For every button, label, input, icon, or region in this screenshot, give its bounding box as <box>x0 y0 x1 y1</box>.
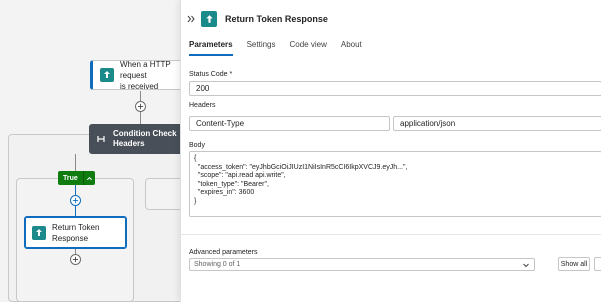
advanced-parameters-label: Advanced parameters <box>189 249 258 256</box>
advanced-parameters-value: Showing 0 of 1 <box>194 261 241 268</box>
trigger-label-line2: is received <box>120 81 159 91</box>
trigger-node-http-request[interactable]: When a HTTP request is received <box>90 59 190 92</box>
body-line: "access_token": "eyJhbGciOiJIUzI1NiIsInR… <box>194 163 408 171</box>
true-branch-label: True <box>63 174 78 182</box>
plus-icon <box>72 197 79 204</box>
action-details-panel: Return Token Response Parameters Setting… <box>180 0 601 302</box>
tab-settings[interactable]: Settings <box>247 40 276 56</box>
plus-icon <box>72 256 79 263</box>
add-step-button[interactable] <box>70 195 81 206</box>
add-step-button[interactable] <box>135 101 146 112</box>
true-branch-badge[interactable]: True <box>58 171 95 185</box>
tab-code-view[interactable]: Code view <box>290 40 327 56</box>
chevron-up-icon[interactable] <box>82 171 95 185</box>
panel-tabs: Parameters Settings Code view About <box>189 40 376 56</box>
condition-label-line2: Headers <box>113 139 145 148</box>
condition-label-line1: Condition Check <box>113 129 177 138</box>
headers-label: Headers <box>189 102 216 109</box>
body-label: Body <box>189 142 205 149</box>
tab-about[interactable]: About <box>341 40 362 56</box>
condition-node-check-headers[interactable]: Condition Check Headers <box>89 124 183 154</box>
body-line: "scope": "api.read api.write", <box>194 172 286 180</box>
body-line: { <box>194 155 197 162</box>
remove-all-button[interactable] <box>594 257 601 271</box>
condition-node-label: Condition Check Headers <box>113 129 177 149</box>
advanced-parameters-dropdown[interactable]: Showing 0 of 1 <box>189 258 535 271</box>
plus-icon <box>137 103 144 110</box>
status-code-label: Status Code * <box>189 71 233 78</box>
header-value-input[interactable]: application/json <box>393 116 601 131</box>
section-divider <box>181 234 601 235</box>
chevron-down-icon <box>523 263 529 267</box>
panel-title[interactable]: Return Token Response <box>225 14 328 24</box>
response-label-line1: Return Token <box>52 222 100 232</box>
header-key-input[interactable]: Content-Type <box>189 116 390 131</box>
tab-parameters[interactable]: Parameters <box>189 40 233 56</box>
status-code-input[interactable]: 200 <box>189 81 601 96</box>
condition-icon <box>95 134 107 144</box>
response-node-label: Return Token Response <box>52 222 99 244</box>
show-all-button[interactable]: Show all <box>558 257 590 271</box>
request-trigger-icon <box>100 68 114 82</box>
response-node-return-token[interactable]: Return Token Response <box>24 216 127 249</box>
trigger-node-label: When a HTTP request is received <box>120 59 189 92</box>
body-editor[interactable]: { "access_token": "eyJhbGciOiJIUzI1NiIsI… <box>189 151 601 217</box>
panel-header: Return Token Response <box>181 8 601 30</box>
body-line: "expires_in": 3600 <box>194 189 255 197</box>
body-line: "token_type": "Bearer", <box>194 180 269 188</box>
connector-line <box>75 154 76 171</box>
response-icon <box>32 225 46 240</box>
add-step-button[interactable] <box>70 254 81 265</box>
response-label-line2: Response <box>52 233 89 243</box>
trigger-label-line1: When a HTTP request <box>120 59 171 80</box>
collapse-panel-icon[interactable] <box>186 15 196 23</box>
response-action-icon <box>201 11 217 27</box>
false-branch-container <box>145 178 185 210</box>
body-line: } <box>194 197 197 205</box>
